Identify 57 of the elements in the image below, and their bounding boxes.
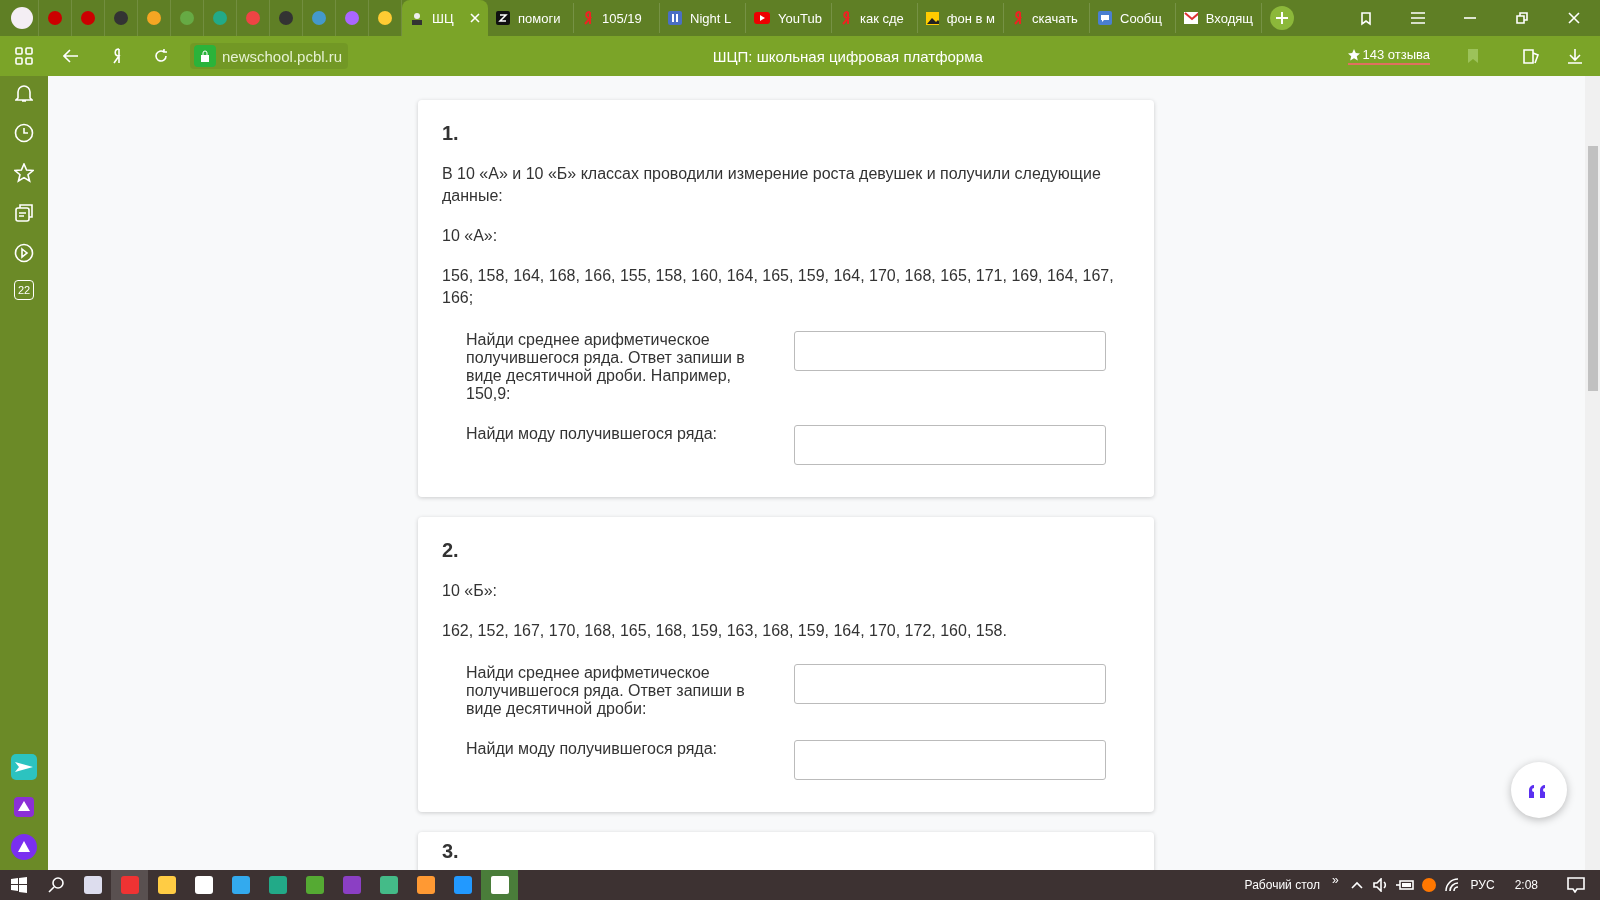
question-prompt: Найди моду получившегося ряда:: [466, 425, 719, 444]
close-icon[interactable]: [470, 13, 480, 23]
scrollbar[interactable]: [1585, 76, 1600, 870]
language-indicator[interactable]: РУС: [1464, 878, 1501, 892]
z-logo-icon: [496, 11, 510, 25]
answer-field[interactable]: [794, 740, 1106, 780]
letter-logo-icon: [840, 11, 852, 25]
star-icon: [1347, 48, 1360, 61]
assistant-icon[interactable]: [11, 794, 37, 820]
task-text: 10 «Б»:: [442, 581, 498, 601]
graduate-icon: [410, 11, 424, 25]
site-favicon-icon[interactable]: [146, 10, 162, 26]
play-logo-icon: [754, 12, 770, 24]
task-number: 1.: [442, 122, 460, 145]
task-number: 2.: [442, 539, 460, 562]
answer-field[interactable]: [794, 664, 1106, 704]
answer-field[interactable]: [794, 331, 1106, 371]
image-icon: [926, 11, 939, 25]
browser-tab[interactable]: YouTub: [746, 3, 832, 33]
letter-logo-icon: [582, 11, 594, 25]
browser-tab[interactable]: скачать: [1004, 3, 1090, 33]
question-prompt: Найди среднее арифметическое получившегося ряда. Ответ запиши в виде десятичной дроби:: [466, 664, 746, 718]
calendar-badge[interactable]: 22: [14, 280, 34, 300]
clock-time[interactable]: 2:08: [1500, 878, 1552, 892]
expand-toggle[interactable]: »: [1325, 870, 1345, 887]
answer-field[interactable]: [794, 425, 1106, 465]
paper-plane-icon[interactable]: [11, 754, 37, 780]
site-favicon-icon[interactable]: [377, 10, 393, 26]
browser-tab[interactable]: Night L: [660, 3, 746, 33]
site-favicon-icon[interactable]: [278, 10, 294, 26]
pause-icon: [668, 11, 682, 25]
browser-tab[interactable]: Входящ: [1176, 3, 1262, 33]
browser-tab[interactable]: Сообщ: [1090, 3, 1176, 33]
page-title: ШЦП: школьная цифровая платформа: [711, 47, 984, 65]
chat-bubble-icon: [1098, 11, 1112, 25]
letter-logo-icon: [1012, 11, 1024, 25]
browser-tab[interactable]: помоги: [488, 3, 574, 33]
task-text: 10 «А»:: [442, 226, 499, 246]
task-text: 156, 158, 164, 168, 166, 155, 158, 160, 164, 165, 159, 164, 170, 168, 165, 171, 169, 164, 167, 166;: [442, 266, 1115, 308]
mail-icon: [1184, 12, 1198, 24]
address-field[interactable]: newschool.pcbl.ru: [190, 43, 349, 69]
reviews-link[interactable]: 143 отзыва: [1347, 47, 1430, 65]
chat-button[interactable]: [1511, 762, 1567, 818]
site-favicon-icon[interactable]: [113, 10, 129, 26]
browser-tab[interactable]: ШЦ: [402, 0, 488, 36]
browser-tab[interactable]: фон в м: [918, 3, 1004, 33]
question-prompt: Найди среднее арифметическое получившегося ряда. Ответ запиши в виде десятичной дроби. Например, 150,9:: [466, 331, 746, 403]
browser-tab[interactable]: 105/19: [574, 3, 660, 33]
desktop-label[interactable]: Рабочий стол: [1238, 878, 1326, 892]
question-prompt: Найди моду получившегося ряда:: [466, 740, 719, 759]
task-text: В 10 «А» и 10 «Б» классах проводили измерение роста девушек и получили следующие данные:: [442, 164, 1102, 206]
task-text: 162, 152, 167, 170, 168, 165, 168, 159, 163, 168, 159, 164, 170, 172, 160, 158.: [442, 621, 1008, 641]
task-number: 3.: [442, 840, 460, 863]
browser-tab[interactable]: как сде: [832, 3, 918, 33]
avatar-icon[interactable]: [10, 6, 34, 30]
assistant-circle-icon[interactable]: [11, 834, 37, 860]
lock-icon: [194, 45, 216, 67]
